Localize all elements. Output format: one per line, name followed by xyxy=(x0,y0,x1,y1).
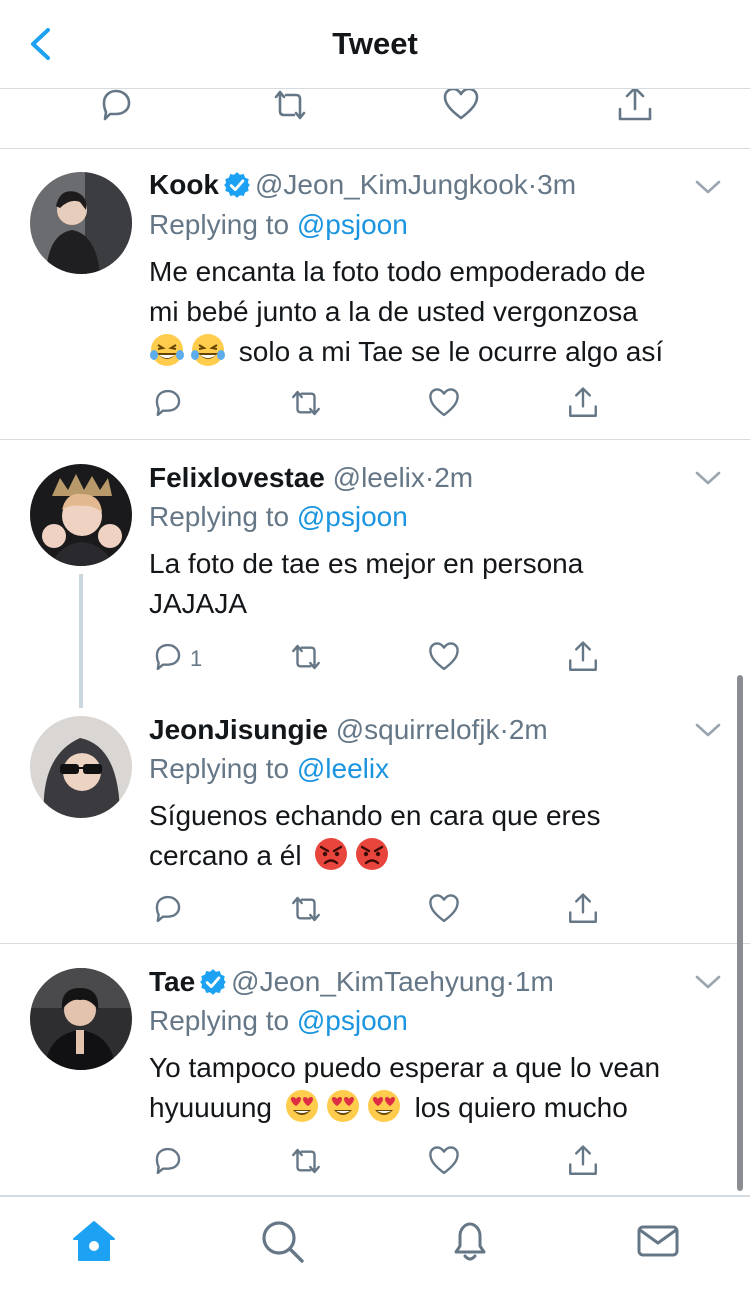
display-name[interactable]: Kook xyxy=(149,169,219,200)
scrollbar[interactable] xyxy=(737,675,743,1191)
mention-link[interactable]: @psjoon xyxy=(297,1005,408,1036)
top-bar: Tweet xyxy=(0,0,750,89)
like-icon[interactable] xyxy=(427,640,461,674)
heart-eyes-emoji-icon xyxy=(285,1090,318,1122)
angry-face-emoji-icon xyxy=(356,838,389,870)
heart-eyes-emoji-icon xyxy=(326,1090,359,1122)
reply-icon[interactable] xyxy=(96,89,136,125)
search-icon[interactable] xyxy=(258,1217,306,1265)
verified-badge-icon xyxy=(200,969,227,995)
share-icon[interactable] xyxy=(615,89,655,125)
tweet-text: La foto de tae es mejor en persona JAJAJ… xyxy=(149,548,584,619)
reply-tweet[interactable]: Kook @Jeon_KimJungkook·3m Replying to @ps… xyxy=(0,149,750,440)
replying-to: Replying to @psjoon xyxy=(149,501,408,532)
user-handle[interactable]: @squirrelofjk xyxy=(336,714,500,745)
replying-to: Replying to @psjoon xyxy=(149,209,408,240)
retweet-icon[interactable] xyxy=(289,640,323,674)
like-icon[interactable] xyxy=(427,386,461,420)
heart-eyes-emoji-icon xyxy=(367,1090,400,1122)
tweet-text: Yo tampoco puedo esperar a que lo vean h… xyxy=(149,1052,661,1123)
reply-tweet[interactable]: JeonJisungie @squirrelofjk·2m Replying t… xyxy=(0,692,750,944)
share-icon[interactable] xyxy=(566,1144,600,1178)
like-icon[interactable] xyxy=(441,89,481,125)
like-icon[interactable] xyxy=(427,1144,461,1178)
reply-tweet[interactable]: Tae @Jeon_KimTaehyung·1m Replying to @psj… xyxy=(0,944,750,1196)
retweet-icon[interactable] xyxy=(270,89,310,125)
reply-count: 1 xyxy=(190,646,203,671)
replying-to: Replying to @psjoon xyxy=(149,1005,408,1036)
chevron-down-icon[interactable] xyxy=(694,469,722,487)
angry-face-emoji-icon xyxy=(315,838,348,870)
main-tweet-action-bar xyxy=(0,89,750,149)
avatar[interactable] xyxy=(30,464,132,566)
mention-link[interactable]: @psjoon xyxy=(297,209,408,240)
replying-to: Replying to @leelix xyxy=(149,753,390,784)
user-handle[interactable]: @Jeon_KimTaehyung xyxy=(231,966,505,997)
avatar[interactable] xyxy=(30,172,132,274)
display-name[interactable]: JeonJisungie xyxy=(149,714,328,745)
reply-tweet[interactable]: Felixlovestae @leelix·2m Replying to @ps… xyxy=(0,440,750,692)
timestamp[interactable]: 1m xyxy=(515,966,554,997)
retweet-icon[interactable] xyxy=(289,892,323,926)
timestamp[interactable]: 3m xyxy=(537,169,576,200)
display-name[interactable]: Felixlovestae xyxy=(149,462,325,493)
chevron-down-icon[interactable] xyxy=(694,973,722,991)
user-handle[interactable]: @Jeon_KimJungkook xyxy=(255,169,528,200)
reply-icon[interactable] xyxy=(151,640,185,674)
laughing-tears-emoji-icon xyxy=(150,334,184,366)
timestamp[interactable]: 2m xyxy=(509,714,548,745)
verified-badge-icon xyxy=(224,172,250,198)
chevron-down-icon[interactable] xyxy=(694,721,722,739)
share-icon[interactable] xyxy=(566,386,600,420)
share-icon[interactable] xyxy=(566,640,600,674)
reply-icon[interactable] xyxy=(151,386,185,420)
tweet-text: Síguenos echando en cara que eres cercan… xyxy=(149,800,601,871)
mention-link[interactable]: @leelix xyxy=(297,753,389,784)
home-icon[interactable] xyxy=(70,1217,118,1265)
avatar[interactable] xyxy=(30,968,132,1070)
bottom-tab-bar xyxy=(0,1196,750,1294)
display-name[interactable]: Tae xyxy=(149,966,195,997)
messages-icon[interactable] xyxy=(634,1217,682,1265)
like-icon[interactable] xyxy=(427,892,461,926)
retweet-icon[interactable] xyxy=(289,386,323,420)
reply-icon[interactable] xyxy=(151,1144,185,1178)
share-icon[interactable] xyxy=(566,892,600,926)
tweet-text: Me encanta la foto todo empoderado de mi… xyxy=(149,256,664,367)
retweet-icon[interactable] xyxy=(289,1144,323,1178)
chevron-down-icon[interactable] xyxy=(694,178,722,196)
laughing-tears-emoji-icon xyxy=(191,334,225,366)
mention-link[interactable]: @psjoon xyxy=(297,501,408,532)
timestamp[interactable]: 2m xyxy=(434,462,473,493)
avatar[interactable] xyxy=(30,716,132,818)
notifications-icon[interactable] xyxy=(446,1217,494,1265)
user-handle[interactable]: @leelix xyxy=(333,462,425,493)
reply-icon[interactable] xyxy=(151,892,185,926)
page-title: Tweet xyxy=(332,26,418,61)
